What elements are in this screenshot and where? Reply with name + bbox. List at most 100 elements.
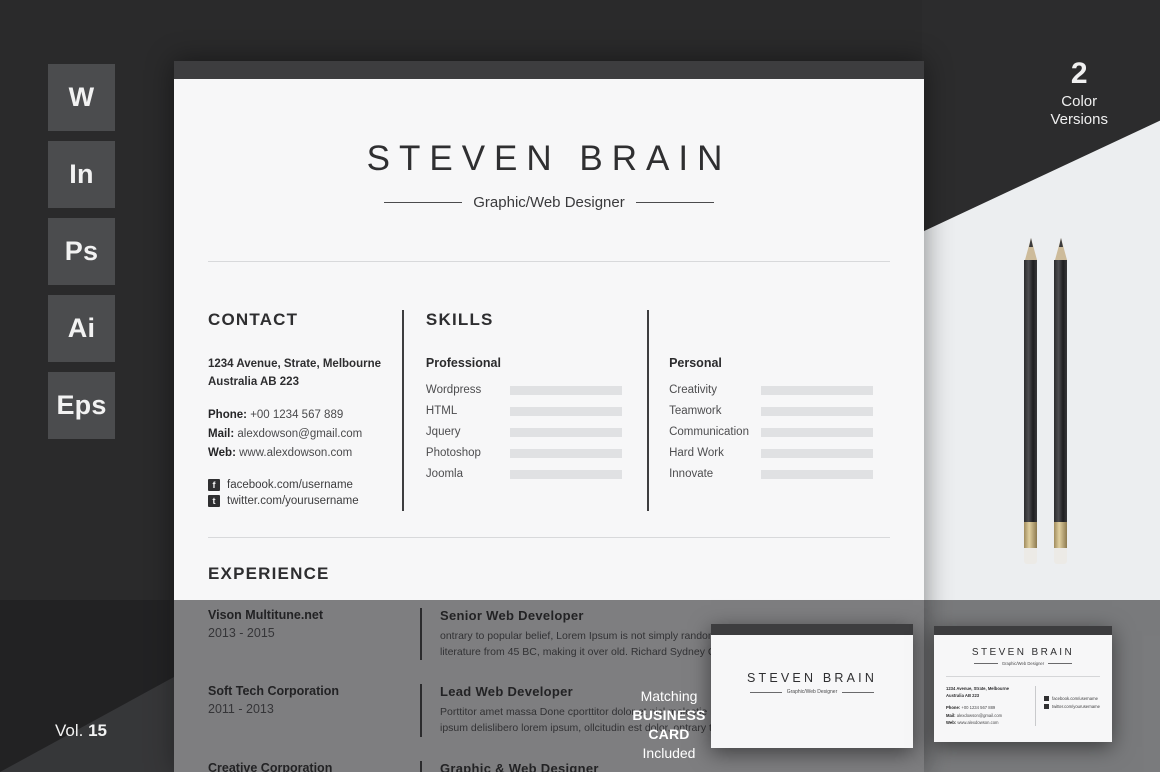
twitter-row[interactable]: t twitter.com/yourusername: [208, 494, 386, 507]
experience-organization: Vison Multitune.net: [208, 607, 324, 622]
resume-role-line: Graphic/Web Designer: [208, 194, 890, 211]
skill-track: [761, 448, 874, 458]
business-card-back[interactable]: STEVEN BRAIN Graphic/Web Designer 1234 A…: [934, 626, 1112, 742]
contact-address: 1234 Avenue, Strate, Melbourne Australia…: [208, 356, 386, 392]
twitter-label: twitter.com/yourusername: [227, 494, 359, 507]
skill-row: Photoshop: [426, 447, 637, 459]
pencil-eraser: [1024, 548, 1037, 564]
social-links: f facebook.com/username t twitter.com/yo…: [208, 478, 386, 507]
facebook-row[interactable]: f facebook.com/username: [208, 478, 386, 491]
skill-row: Teamwork: [669, 405, 890, 417]
badge-eps[interactable]: Eps: [48, 372, 115, 439]
skill-track: [509, 385, 622, 395]
badge-illustrator[interactable]: Ai: [48, 295, 115, 362]
skill-label: Innovate: [669, 468, 714, 480]
card-twitter-label: twitter.com/yourusername: [1052, 704, 1100, 709]
skill-label: Hard Work: [669, 447, 724, 459]
skill-track: [761, 469, 874, 479]
web-value: www.alexdowson.com: [239, 446, 353, 459]
contact-details: Phone: +00 1234 567 889 Mail: alexdowson…: [208, 406, 386, 463]
resume-top-bar: [174, 61, 924, 79]
card-top-bar: [711, 624, 913, 635]
badge-label: Ps: [64, 236, 99, 266]
resume-name: STEVEN BRAIN: [366, 139, 732, 178]
card-phone-label: Phone:: [946, 705, 961, 711]
pencil-right: [1054, 238, 1067, 568]
card-role-line: Graphic/Web Designer: [934, 661, 1112, 666]
caption-line-2: BUSINESS CARD: [632, 706, 706, 742]
caption-line-3: Included: [642, 744, 696, 761]
skill-label: Photoshop: [425, 447, 481, 459]
rule-right: [842, 691, 875, 693]
contact-heading: CONTACT: [208, 310, 299, 329]
pencil-ferrule: [1054, 522, 1067, 548]
experience-item: Creative Corporation 2008- 2011 Graphic …: [208, 760, 890, 772]
skill-label: HTML: [425, 405, 458, 417]
facebook-icon: f: [208, 478, 220, 491]
experience-heading: EXPERIENCE: [208, 563, 330, 583]
phone-value: +00 1234 567 889: [250, 408, 344, 421]
skill-track: [509, 406, 622, 416]
badge-indesign[interactable]: In: [48, 141, 115, 208]
skill-label: Creativity: [669, 384, 718, 396]
volume-number: 15: [88, 721, 108, 740]
facebook-label: facebook.com/username: [227, 478, 353, 491]
card-twitter-row[interactable]: twitter.com/yourusername: [1044, 704, 1100, 709]
caption-line-1: Matching: [640, 688, 698, 704]
card-name: STEVEN BRAIN: [746, 671, 878, 685]
skills-column: SKILLS Professional Wordpress HTML Jquer…: [401, 310, 637, 511]
skill-label: Wordpress: [425, 384, 482, 396]
card-mail-label: Mail:: [946, 712, 956, 718]
card-web-value: www.alexdowson.com: [957, 720, 999, 726]
badge-photoshop[interactable]: Ps: [48, 218, 115, 285]
professional-skill-bars: Wordpress HTML Jquery Photoshop Joomla: [426, 384, 637, 480]
personal-skill-bars: Creativity Teamwork Communication Hard W…: [669, 384, 890, 480]
badge-label: W: [68, 82, 95, 112]
contact-column: CONTACT 1234 Avenue, Strate, Melbourne A…: [208, 310, 402, 511]
skill-row: Jquery: [426, 426, 637, 438]
skill-row: Innovate: [669, 468, 890, 480]
card-address-line-1: 1234 Avenue, Strate, Melbourne: [946, 686, 1009, 691]
skill-label: Communication: [669, 426, 749, 438]
card-mail-row: Mail: alexdowson@gmail.com: [946, 712, 1025, 719]
web-row: Web: www.alexdowson.com: [208, 444, 386, 463]
professional-heading: Professional: [425, 356, 501, 370]
card-contact-column: 1234 Avenue, Strate, Melbourne Australia…: [946, 686, 1025, 726]
skill-row: HTML: [426, 405, 637, 417]
skill-label: Teamwork: [669, 405, 722, 417]
experience-meta: Soft Tech Corporation 2011 - 2013: [208, 684, 420, 737]
card-name: STEVEN BRAIN: [971, 647, 1075, 658]
card-web-row: Web: www.alexdowson.com: [946, 719, 1025, 726]
web-label: Web:: [208, 446, 236, 459]
skill-track: [509, 469, 622, 479]
card-address: 1234 Avenue, Strate, Melbourne Australia…: [946, 686, 1025, 699]
experience-years: 2013 - 2015: [208, 625, 275, 640]
card-top-bar: [934, 626, 1112, 635]
skill-row: Hard Work: [669, 447, 890, 459]
badge-word[interactable]: W: [48, 64, 115, 131]
color-versions-count: 2: [1070, 57, 1088, 90]
address-line-1: 1234 Avenue, Strate, Melbourne: [208, 358, 381, 370]
contact-skills-row: CONTACT 1234 Avenue, Strate, Melbourne A…: [208, 310, 890, 511]
volume-prefix: Vol.: [55, 721, 89, 740]
rule-right: [635, 202, 714, 203]
personal-heading: Personal: [669, 356, 722, 370]
card-phone-row: Phone: +00 1234 567 889: [946, 704, 1025, 711]
card-facebook-row[interactable]: facebook.com/username: [1044, 696, 1100, 701]
business-card-front[interactable]: STEVEN BRAIN Graphic/Web Designer: [711, 624, 913, 748]
address-line-2: Australia AB 223: [208, 375, 299, 388]
pencil-left: [1024, 238, 1037, 568]
facebook-icon: [1044, 696, 1050, 701]
card-body: 1234 Avenue, Strate, Melbourne Australia…: [934, 677, 1112, 727]
badge-label: In: [69, 159, 94, 189]
card-phone-value: +00 1234 567 889: [961, 705, 996, 711]
skill-track: [761, 406, 874, 416]
card-social-column: facebook.com/username twitter.com/yourus…: [1035, 686, 1100, 727]
rule-left: [973, 663, 998, 664]
pencil-tip-icon: [1024, 238, 1037, 260]
card-role: Graphic/Web Designer: [786, 689, 838, 695]
pencil-lead-icon: [1028, 238, 1033, 247]
rule-right: [1048, 663, 1073, 664]
volume-label: Vol. 15: [55, 721, 107, 741]
pencil-lead-icon: [1058, 238, 1063, 247]
